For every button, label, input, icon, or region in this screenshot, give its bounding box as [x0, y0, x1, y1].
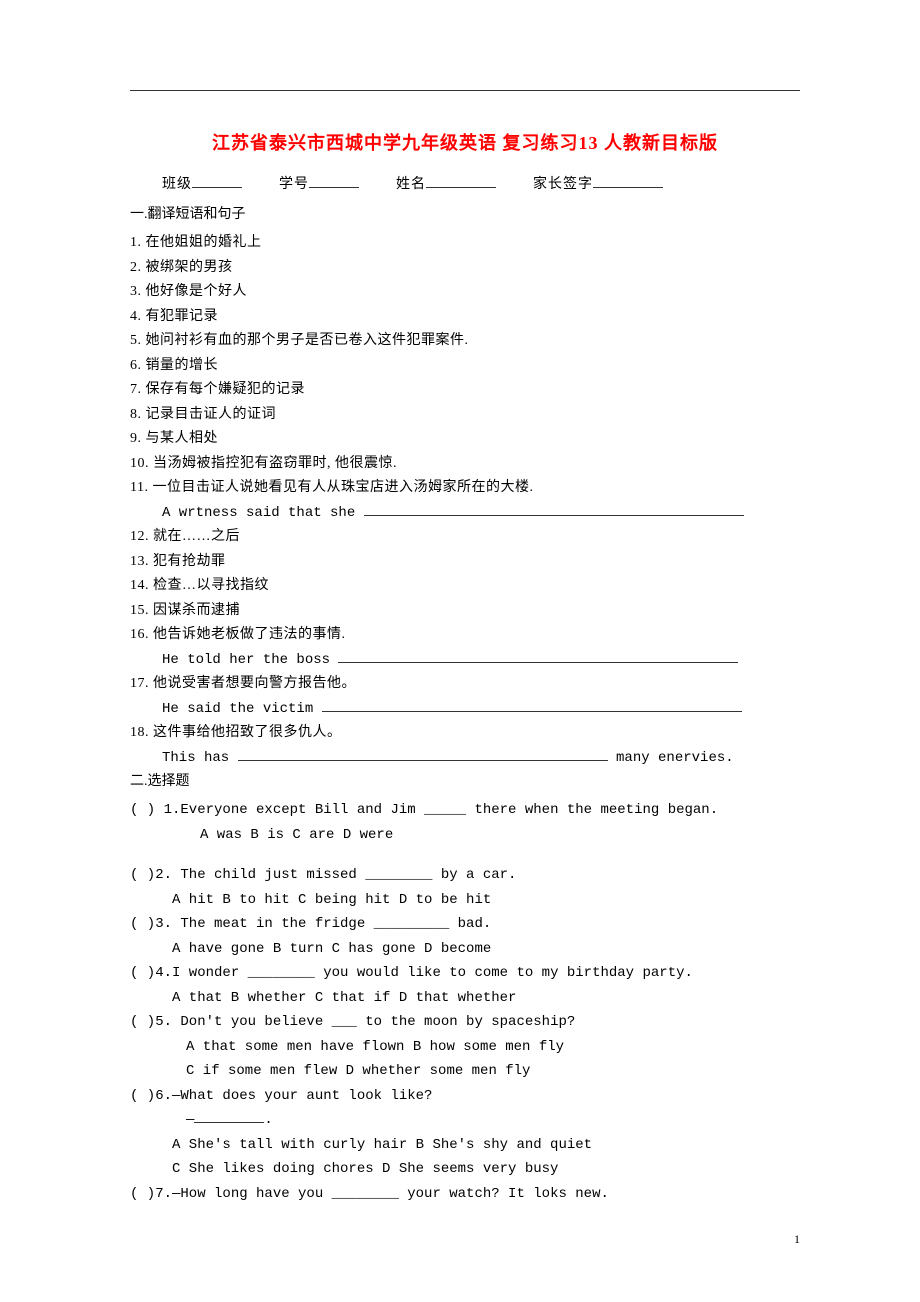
id-label: 学号: [279, 177, 309, 192]
s1-q18: 18. 这件事给他招致了很多仇人。: [130, 721, 800, 746]
section1-heading: 一.翻译短语和句子: [130, 203, 800, 223]
class-blank: [192, 174, 242, 188]
page-number: 1: [794, 1232, 800, 1247]
s2-q2-opts: A hit B to hit C being hit D to be hit: [130, 888, 800, 913]
id-blank: [309, 174, 359, 188]
top-divider: [130, 90, 800, 91]
s2-q3-opts: A have gone B turn C has gone D become: [130, 937, 800, 962]
class-label: 班级: [162, 177, 192, 192]
s1-q6: 6. 销量的增长: [130, 354, 800, 379]
s1-q3: 3. 他好像是个好人: [130, 280, 800, 305]
s1-q9: 9. 与某人相处: [130, 427, 800, 452]
s2-q6-opts1: A She's tall with curly hair B She's shy…: [130, 1133, 800, 1158]
s2-q6-opts2: C She likes doing chores D She seems ver…: [130, 1157, 800, 1182]
s2-q4-opts: A that B whether C that if D that whethe…: [130, 986, 800, 1011]
s1-q17-stem: He said the victim: [130, 697, 800, 722]
s2-q4: ( )4.I wonder ________ you would like to…: [130, 961, 800, 986]
s2-q6: ( )6.—What does your aunt look like?: [130, 1084, 800, 1109]
s2-q3: ( )3. The meat in the fridge _________ b…: [130, 912, 800, 937]
s1-q16: 16. 他告诉她老板做了违法的事情.: [130, 623, 800, 648]
s2-q1-opts: A was B is C are D were: [130, 823, 800, 848]
s1-q17: 17. 他说受害者想要向警方报告他。: [130, 672, 800, 697]
s1-q18-stem: This has many enervies.: [130, 746, 800, 771]
s1-q16-stem: He told her the boss: [130, 648, 800, 673]
s1-q15: 15. 因谋杀而逮捕: [130, 599, 800, 624]
s1-q10: 10. 当汤姆被指控犯有盗窃罪时, 他很震惊.: [130, 452, 800, 477]
s2-q5-opts1: A that some men have flown B how some me…: [130, 1035, 800, 1060]
s2-q5: ( )5. Don't you believe ___ to the moon …: [130, 1010, 800, 1035]
document-title: 江苏省泰兴市西城中学九年级英语 复习练习13 人教新目标版: [130, 129, 800, 155]
s1-q12: 12. 就在……之后: [130, 525, 800, 550]
s1-q2: 2. 被绑架的男孩: [130, 256, 800, 281]
name-label: 姓名: [396, 177, 426, 192]
student-info-line: 班级 学号 姓名 家长签字: [130, 173, 800, 193]
s2-q5-opts2: C if some men flew D whether some men fl…: [130, 1059, 800, 1084]
s1-q4: 4. 有犯罪记录: [130, 305, 800, 330]
s1-q1: 1. 在他姐姐的婚礼上: [130, 231, 800, 256]
parent-blank: [593, 174, 663, 188]
s1-q5: 5. 她问衬衫有血的那个男子是否已卷入这件犯罪案件.: [130, 329, 800, 354]
s2-q1: ( ) 1.Everyone except Bill and Jim _____…: [130, 798, 800, 823]
s1-q14: 14. 检查…以寻找指纹: [130, 574, 800, 599]
s2-q7: ( )7.—How long have you ________ your wa…: [130, 1182, 800, 1207]
s1-q11-stem: A wrtness said that she: [130, 501, 800, 526]
parent-label: 家长签字: [533, 177, 593, 192]
s1-q8: 8. 记录目击证人的证词: [130, 403, 800, 428]
s2-q2: ( )2. The child just missed ________ by …: [130, 863, 800, 888]
section2-heading: 二.选择题: [130, 770, 800, 790]
s1-q7: 7. 保存有每个嫌疑犯的记录: [130, 378, 800, 403]
s2-q6-dash: —.: [130, 1108, 800, 1133]
name-blank: [426, 174, 496, 188]
s1-q13: 13. 犯有抢劫罪: [130, 550, 800, 575]
s1-q11: 11. 一位目击证人说她看见有人从珠宝店进入汤姆家所在的大楼.: [130, 476, 800, 501]
